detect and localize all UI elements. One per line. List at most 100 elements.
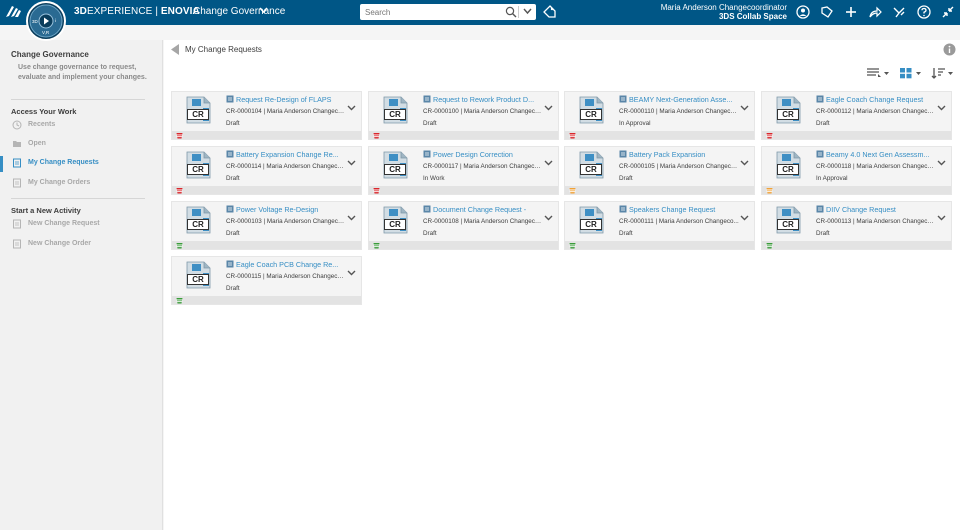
card-state: Draft	[226, 120, 240, 127]
change-request-card[interactable]: CR Document Change Request - CR-0000108 …	[368, 201, 559, 250]
card-state: Draft	[226, 175, 240, 182]
cr-badge: CR	[187, 274, 209, 285]
help-icon[interactable]	[917, 5, 931, 19]
chevron-down-icon[interactable]	[347, 215, 356, 221]
chevron-down-icon[interactable]	[937, 160, 946, 166]
card-meta: CR-0000113 | Maria Anderson Changeco...	[816, 218, 936, 225]
change-request-card[interactable]: CR Speakers Change Request CR-0000111 | …	[564, 201, 755, 250]
chevron-down-icon[interactable]	[347, 270, 356, 276]
card-footer	[762, 131, 951, 139]
card-meta: CR-0000117 | Maria Anderson Changeco...	[423, 163, 543, 170]
tile-view-icon[interactable]	[899, 67, 923, 79]
folder-open-icon	[13, 141, 21, 147]
tag-icon[interactable]	[543, 5, 556, 18]
new-order-icon	[13, 239, 21, 249]
document-icon	[423, 150, 431, 158]
card-title[interactable]: Battery Pack Expansion	[629, 150, 737, 159]
card-title[interactable]: BEAMY Next-Generation Asse...	[629, 95, 737, 104]
cr-badge: CR	[384, 164, 406, 175]
change-request-card[interactable]: CR Beamy 4.0 Next Gen Assessm... CR-0000…	[761, 146, 952, 195]
chevron-down-icon[interactable]	[347, 160, 356, 166]
card-state: Draft	[619, 230, 633, 237]
card-title[interactable]: Document Change Request -	[433, 205, 541, 214]
change-order-icon	[13, 178, 21, 188]
compass-widget[interactable]: 3D V,R i	[26, 1, 66, 41]
card-title[interactable]: Beamy 4.0 Next Gen Assessm...	[826, 150, 934, 159]
start-new-activity-heading: Start a New Activity	[11, 206, 81, 215]
change-request-card[interactable]: CR Eagle Coach Change Request CR-0000112…	[761, 91, 952, 140]
app-title[interactable]: Change Governance	[193, 6, 285, 17]
search-icon[interactable]	[505, 6, 517, 18]
collapse-icon[interactable]	[941, 5, 955, 19]
collab-space[interactable]: 3DS Collab Space	[719, 12, 787, 21]
back-arrow-icon[interactable]	[170, 43, 180, 56]
divider	[11, 99, 145, 100]
notifications-icon[interactable]	[820, 5, 834, 19]
chevron-down-icon[interactable]	[544, 105, 553, 111]
card-meta: CR-0000115 | Maria Anderson Changeco...	[226, 273, 346, 280]
add-icon[interactable]	[844, 5, 858, 19]
card-title[interactable]: Power Design Correction	[433, 150, 541, 159]
chevron-down-icon[interactable]	[523, 8, 532, 15]
chevron-down-icon[interactable]	[740, 215, 749, 221]
cr-badge: CR	[777, 164, 799, 175]
change-request-card[interactable]: CR Battery Pack Expansion CR-0000105 | M…	[564, 146, 755, 195]
card-title[interactable]: DIIV Change Request	[826, 205, 934, 214]
info-icon[interactable]	[943, 43, 956, 56]
share-icon[interactable]	[868, 5, 882, 19]
change-request-card[interactable]: CR BEAMY Next-Generation Asse... CR-0000…	[564, 91, 755, 140]
sidebar-item-new-change-order[interactable]: New Change Order	[11, 237, 151, 253]
card-state: Draft	[423, 120, 437, 127]
sidebar-item-open[interactable]: Open	[11, 137, 151, 153]
user-name[interactable]: Maria Anderson Changecoordinator	[661, 3, 787, 12]
chevron-down-icon[interactable]	[937, 215, 946, 221]
sidebar-title: Change Governance	[11, 50, 89, 59]
chevron-down-icon[interactable]	[740, 105, 749, 111]
sidebar-item-recents[interactable]: Recents	[11, 118, 151, 134]
filter-list-icon[interactable]	[866, 67, 890, 79]
card-footer	[172, 241, 361, 249]
card-title[interactable]: Request to Rework Product D...	[433, 95, 541, 104]
document-icon	[816, 150, 824, 158]
priority-icon	[569, 188, 576, 194]
card-state: Draft	[423, 230, 437, 237]
cr-badge: CR	[384, 109, 406, 120]
card-state: Draft	[226, 230, 240, 237]
change-request-card[interactable]: CR Request Re-Design of FLAPS CR-0000104…	[171, 91, 362, 140]
chevron-down-icon[interactable]	[740, 160, 749, 166]
search-input[interactable]	[365, 6, 495, 18]
card-title[interactable]: Battery Expansion Change Re...	[236, 150, 344, 159]
change-request-card[interactable]: CR DIIV Change Request CR-0000113 | Mari…	[761, 201, 952, 250]
chevron-down-icon[interactable]	[347, 105, 356, 111]
sort-icon[interactable]	[931, 67, 955, 79]
document-icon	[226, 150, 234, 158]
apps-icon[interactable]	[892, 5, 906, 19]
card-footer	[172, 131, 361, 139]
chevron-down-icon[interactable]	[937, 105, 946, 111]
card-title[interactable]: Eagle Coach PCB Change Re...	[236, 260, 344, 269]
card-meta: CR-0000118 | Maria Anderson Changeco...	[816, 163, 936, 170]
sidebar-item-new-change-request[interactable]: New Change Request	[11, 217, 151, 233]
card-title[interactable]: Speakers Change Request	[629, 205, 737, 214]
chevron-down-icon[interactable]	[259, 7, 268, 14]
priority-icon	[766, 188, 773, 194]
new-request-icon	[13, 219, 21, 229]
card-title[interactable]: Eagle Coach Change Request	[826, 95, 934, 104]
dassault-logo-icon[interactable]	[4, 4, 22, 20]
card-title[interactable]: Power Voltage Re-Design	[236, 205, 344, 214]
change-request-card[interactable]: CR Power Voltage Re-Design CR-0000103 | …	[171, 201, 362, 250]
sidebar-item-my-change-orders[interactable]: My Change Orders	[11, 176, 151, 192]
change-request-card[interactable]: CR Eagle Coach PCB Change Re... CR-00001…	[171, 256, 362, 305]
card-title[interactable]: Request Re-Design of FLAPS	[236, 95, 344, 104]
chevron-down-icon[interactable]	[544, 215, 553, 221]
chevron-down-icon[interactable]	[544, 160, 553, 166]
change-request-card[interactable]: CR Power Design Correction CR-0000117 | …	[368, 146, 559, 195]
profile-icon[interactable]	[796, 5, 810, 19]
card-meta: CR-0000105 | Maria Anderson Changeco...	[619, 163, 739, 170]
card-footer	[762, 241, 951, 249]
change-request-card[interactable]: CR Battery Expansion Change Re... CR-000…	[171, 146, 362, 195]
change-request-card[interactable]: CR Request to Rework Product D... CR-000…	[368, 91, 559, 140]
document-icon	[226, 205, 234, 213]
sidebar-item-my-change-requests[interactable]: My Change Requests	[0, 156, 151, 172]
access-your-work-heading: Access Your Work	[11, 107, 77, 116]
